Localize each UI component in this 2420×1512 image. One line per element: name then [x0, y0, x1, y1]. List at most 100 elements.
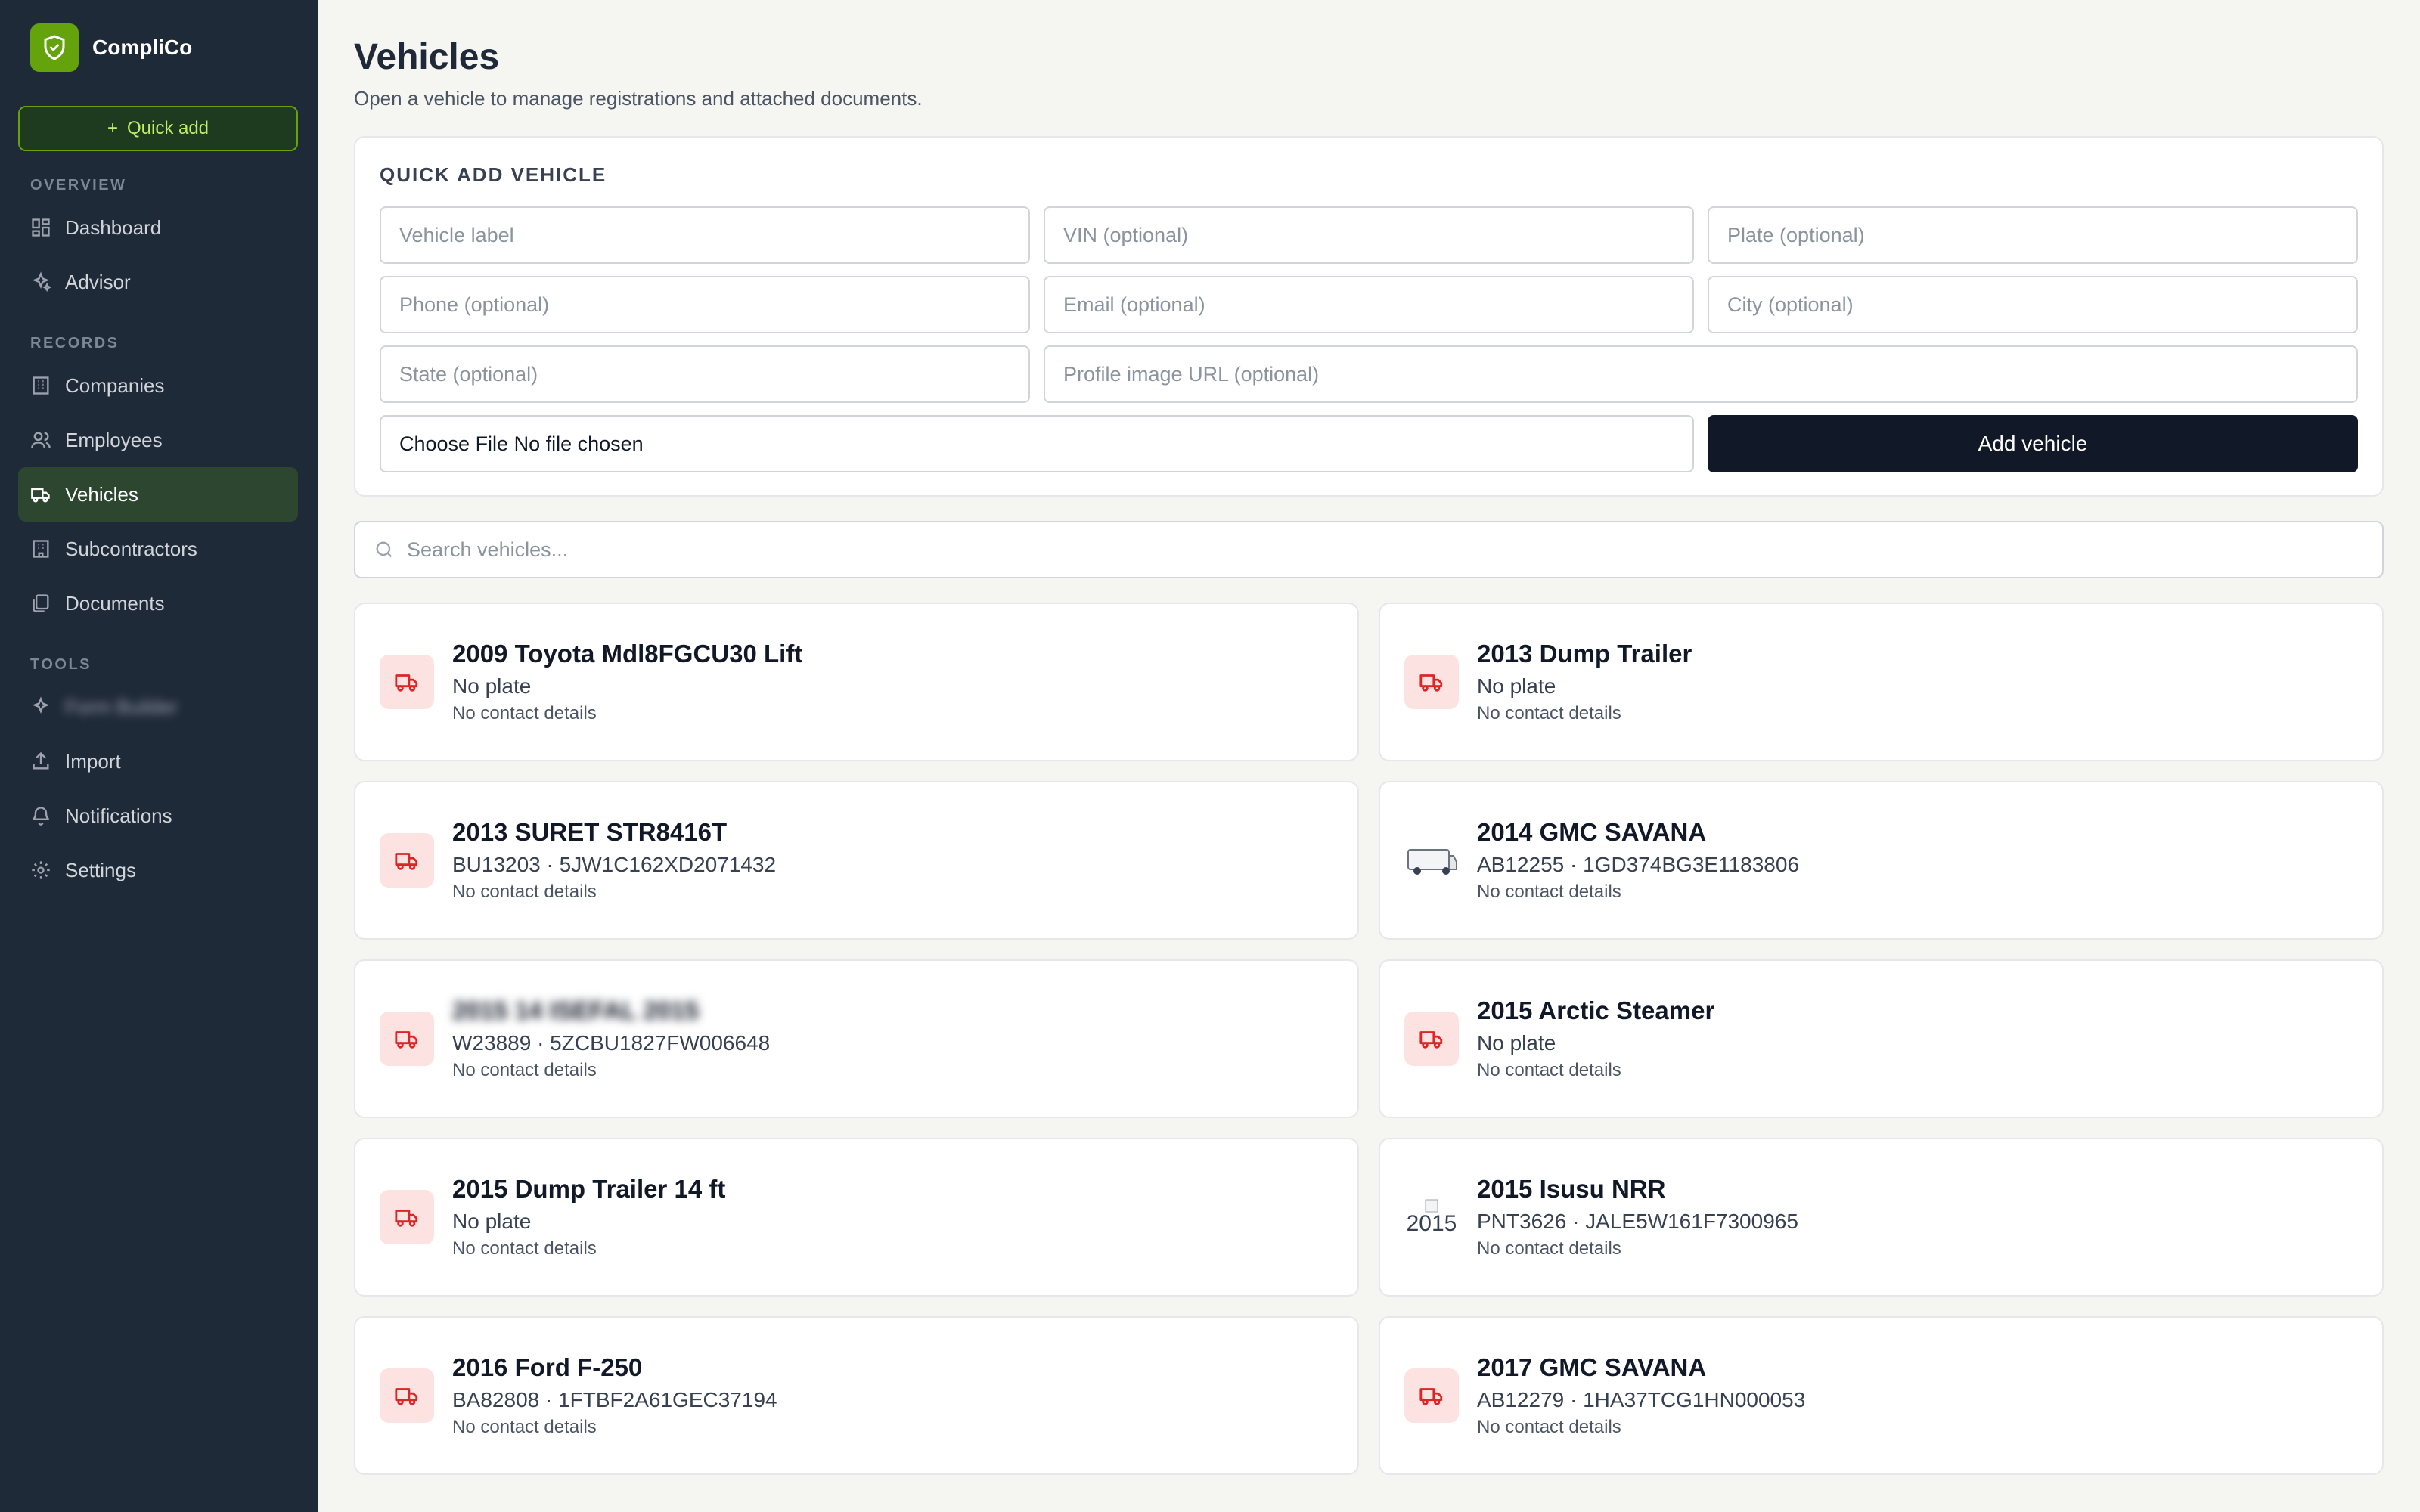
vehicle-contact: No contact details [1477, 1060, 1621, 1080]
sidebar-item-documents[interactable]: Documents [18, 576, 298, 631]
vehicle-info: 2016 Ford F-250 BA82808 · 1FTBF2A61GEC371… [452, 1353, 777, 1438]
vehicle-name: 2015 14 ISEFAL 2015 [452, 996, 699, 1024]
sidebar-item-vehicles[interactable]: Vehicles [18, 467, 298, 522]
phone-input[interactable] [380, 276, 1030, 333]
vehicle-contact: No contact details [452, 703, 597, 723]
dashboard-icon [32, 218, 50, 237]
sidebar-item-label: Vehicles [65, 482, 138, 506]
vin-input[interactable] [1044, 206, 1694, 264]
vehicle-contact: No contact details [452, 881, 597, 902]
vehicle-info: 2017 GMC SAVANA AB12279 · 1HA37TCG1HN0000… [1477, 1353, 1805, 1438]
sidebar-item-label: Form Builder [65, 695, 178, 718]
sidebar: CompliCo + Quick add OVERVIEW Dashboard … [0, 0, 318, 1512]
sidebar-item-label: Documents [65, 591, 165, 615]
search-icon [376, 541, 392, 558]
broken-image-icon: 2015 [1404, 1190, 1459, 1244]
building-icon [33, 540, 49, 558]
file-input[interactable]: Choose File No file chosen [380, 415, 1694, 472]
image-alt-text: 2015 [1406, 1211, 1457, 1236]
vehicle-contact: No contact details [452, 1417, 597, 1437]
page-title: Vehicles [354, 37, 500, 77]
vehicle-card[interactable]: 2015 14 ISEFAL 2015 W23889 · 5ZCBU1827FW0… [354, 959, 1359, 1118]
brand-name: CompliCo [92, 36, 193, 59]
plate-input[interactable] [1708, 206, 2358, 264]
vehicle-card[interactable]: 2017 GMC SAVANA AB12279 · 1HA37TCG1HN0000… [1379, 1316, 2384, 1475]
search-bar [354, 521, 2384, 578]
truck-icon [380, 1012, 434, 1066]
truck-icon [380, 1190, 434, 1244]
state-input[interactable] [380, 345, 1030, 403]
vehicle-contact: No contact details [452, 1238, 597, 1259]
sidebar-item-label: Advisor [65, 270, 131, 293]
panel-title: QUICK ADD VEHICLE [380, 163, 607, 186]
section-label-overview: OVERVIEW [30, 177, 127, 194]
vehicle-card[interactable]: 2015 Arctic Steamer No plate No contact de… [1379, 959, 2384, 1118]
vehicle-card[interactable]: 2013 Dump Trailer No plate No contact deta… [1379, 603, 2384, 761]
vehicle-card[interactable]: 2016 Ford F-250 BA82808 · 1FTBF2A61GEC371… [354, 1316, 1359, 1475]
vehicle-card[interactable]: 2014 GMC SAVANA AB12255 · 1GD374BG3E11838… [1379, 781, 2384, 940]
vehicle-contact: No contact details [1477, 703, 1621, 723]
vehicle-plate: W23889 · 5ZCBU1827FW006648 [452, 1031, 771, 1055]
vehicle-plate: No plate [452, 1210, 532, 1233]
vehicle-contact: No contact details [1477, 1238, 1621, 1259]
section-label-tools: TOOLS [30, 656, 92, 673]
truck-icon [380, 833, 434, 888]
truck-icon [1404, 655, 1459, 709]
vehicle-label-input[interactable] [380, 206, 1030, 264]
section-label-records: RECORDS [30, 335, 119, 352]
sidebar-item-label: Import [65, 749, 121, 773]
users-icon [31, 432, 51, 448]
vehicle-plate: BA82808 · 1FTBF2A61GEC37194 [452, 1388, 777, 1411]
vehicle-info: 2014 GMC SAVANA AB12255 · 1GD374BG3E11838… [1477, 818, 1799, 903]
vehicle-name: 2013 SURET STR8416T [452, 818, 728, 846]
vehicle-card[interactable]: 2015 2015 Isusu NRR PNT3626 · JALE5W161F73… [1379, 1138, 2384, 1297]
vehicle-info: 2013 SURET STR8416T BU13203 · 5JW1C162XD2… [452, 818, 776, 903]
quick-add-vehicle-panel: QUICK ADD VEHICLE Choose File No file ch… [354, 136, 2384, 497]
brand[interactable]: CompliCo [18, 23, 299, 73]
vehicle-grid: 2009 Toyota Mdl8FGCU30 Lift No plate No co… [354, 603, 2384, 1475]
vehicle-plate: PNT3626 · JALE5W161F7300965 [1477, 1210, 1798, 1233]
sidebar-item-companies[interactable]: Companies [18, 358, 298, 413]
sidebar-item-dashboard[interactable]: Dashboard [18, 200, 298, 255]
vehicle-contact: No contact details [1477, 881, 1621, 902]
quick-add-button[interactable]: + Quick add [18, 106, 298, 151]
plus-icon: + [107, 118, 118, 138]
sparkles-icon [32, 271, 51, 293]
truck-icon [1404, 1368, 1459, 1423]
files-icon [33, 594, 49, 612]
vehicle-plate: BU13203 · 5JW1C162XD2071432 [452, 853, 777, 876]
shield-icon [30, 23, 79, 72]
vehicle-info: 2015 14 ISEFAL 2015 W23889 · 5ZCBU1827FW0… [452, 996, 770, 1081]
sidebar-item-tools-hidden[interactable]: Form Builder [18, 680, 298, 734]
vehicle-info: 2015 Isusu NRR PNT3626 · JALE5W161F730096… [1477, 1175, 1798, 1259]
add-vehicle-button[interactable]: Add vehicle [1708, 415, 2358, 472]
sidebar-item-notifications[interactable]: Notifications [18, 789, 298, 843]
quick-add-form: Choose File No file chosen Add vehicle [380, 206, 2358, 472]
vehicle-name: 2015 Dump Trailer 14 ft [452, 1175, 726, 1203]
truck-icon [31, 488, 50, 503]
profile-image-url-input[interactable] [1044, 345, 2358, 403]
vehicle-plate: No plate [1477, 674, 1556, 698]
vehicle-info: 2009 Toyota Mdl8FGCU30 Lift No plate No co… [452, 640, 802, 724]
gear-icon [32, 861, 50, 879]
vehicle-info: 2015 Arctic Steamer No plate No contact de… [1477, 996, 1714, 1081]
sidebar-item-employees[interactable]: Employees [18, 413, 298, 467]
sidebar-item-subcontractors[interactable]: Subcontractors [18, 522, 298, 576]
vehicle-info: 2013 Dump Trailer No plate No contact deta… [1477, 640, 1692, 724]
truck-icon [380, 1368, 434, 1423]
vehicle-name: 2014 GMC SAVANA [1477, 818, 1707, 846]
bell-icon [33, 807, 49, 826]
sidebar-item-settings[interactable]: Settings [18, 843, 298, 897]
vehicle-name: 2013 Dump Trailer [1477, 640, 1692, 668]
city-input[interactable] [1708, 276, 2358, 333]
sidebar-item-advisor[interactable]: Advisor [18, 255, 298, 309]
sidebar-item-import[interactable]: Import [18, 734, 298, 789]
truck-icon [1404, 1012, 1459, 1066]
search-input[interactable] [407, 538, 2364, 562]
vehicle-card[interactable]: 2015 Dump Trailer 14 ft No plate No contac… [354, 1138, 1359, 1297]
vehicle-card[interactable]: 2009 Toyota Mdl8FGCU30 Lift No plate No co… [354, 603, 1359, 761]
van-photo-icon [1404, 833, 1459, 888]
vehicle-card[interactable]: 2013 SURET STR8416T BU13203 · 5JW1C162XD2… [354, 781, 1359, 940]
page-subtitle: Open a vehicle to manage registrations a… [354, 87, 923, 110]
email-input[interactable] [1044, 276, 1694, 333]
